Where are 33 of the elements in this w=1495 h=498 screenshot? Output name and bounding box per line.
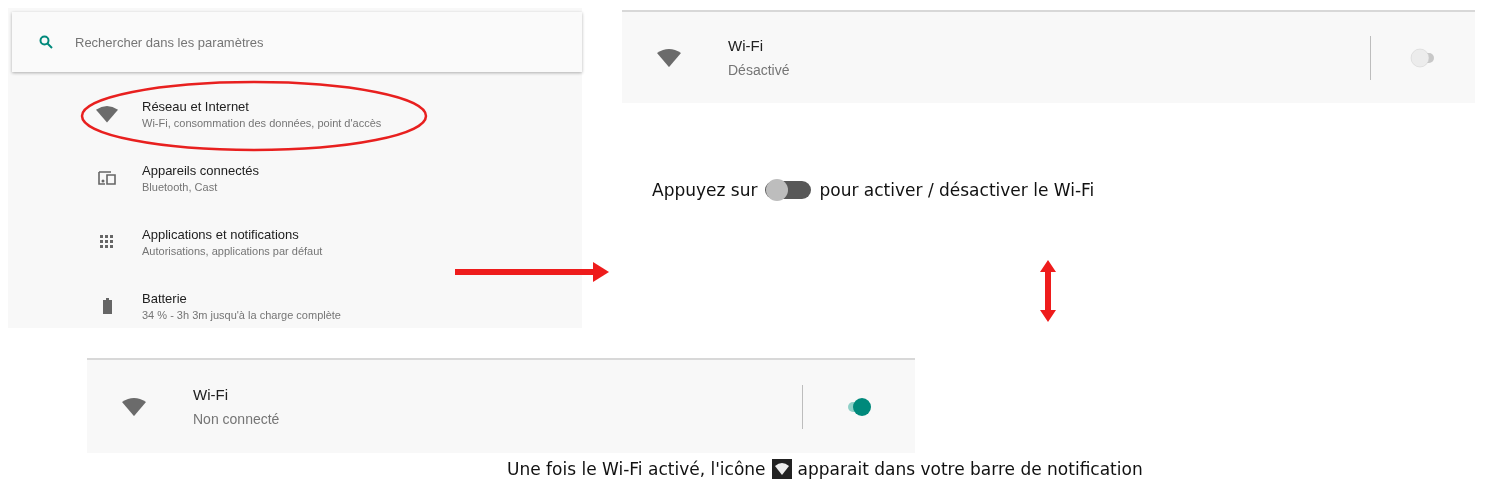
settings-item[interactable]: Réseau et Internet Wi-Fi, consommation des données, point d'accès xyxy=(94,82,582,146)
item-title: Applications et notifications xyxy=(142,227,300,242)
wifi-notification-icon xyxy=(771,459,792,479)
item-title: Appareils connectés xyxy=(142,163,260,178)
icon-caption-start: Une fois le Wi-Fi activé, l'icône xyxy=(507,459,766,479)
wifi-icon xyxy=(657,47,681,68)
toggle-caption-start: Appuyez sur xyxy=(652,180,758,200)
devices-icon xyxy=(98,171,116,185)
wifi-icon xyxy=(96,105,118,123)
item-subtitle: Autorisations, applications par défaut xyxy=(142,245,323,257)
item-subtitle: Bluetooth, Cast xyxy=(142,181,219,193)
item-title: Réseau et Internet xyxy=(142,99,250,114)
settings-item[interactable]: Batterie 34 % - 3h 3m jusqu'à la charge complète xyxy=(94,274,582,338)
icon-caption-end: apparait dans votre barre de notification xyxy=(797,459,1143,479)
double-arrow xyxy=(1040,260,1056,322)
settings-item[interactable]: Applications et notifications Autorisations, applications par défaut xyxy=(94,210,582,274)
settings-item[interactable]: Appareils connectés Bluetooth, Cast xyxy=(94,146,582,210)
apps-grid-icon xyxy=(100,235,114,249)
wifi-status: Non connecté xyxy=(193,411,280,427)
toggle-switch-icon xyxy=(763,178,814,202)
wifi-status: Désactivé xyxy=(728,62,790,78)
wifi-icon xyxy=(122,396,146,417)
toggle-switch[interactable] xyxy=(846,396,872,417)
item-subtitle: Wi-Fi, consommation des données, point d'accès xyxy=(142,117,382,129)
toggle-caption-end: pour activer / désactiver le Wi-Fi xyxy=(819,180,1095,200)
wifi-title: Wi-Fi xyxy=(193,386,229,403)
item-subtitle: 34 % - 3h 3m jusqu'à la charge complète xyxy=(142,309,341,321)
toggle-switch[interactable] xyxy=(1410,47,1436,68)
item-title: Batterie xyxy=(142,291,188,306)
battery-icon xyxy=(102,298,112,314)
wifi-title: Wi-Fi xyxy=(728,37,764,54)
search-field[interactable]: Rechercher dans les paramètres xyxy=(12,12,582,72)
search-icon xyxy=(39,35,53,49)
